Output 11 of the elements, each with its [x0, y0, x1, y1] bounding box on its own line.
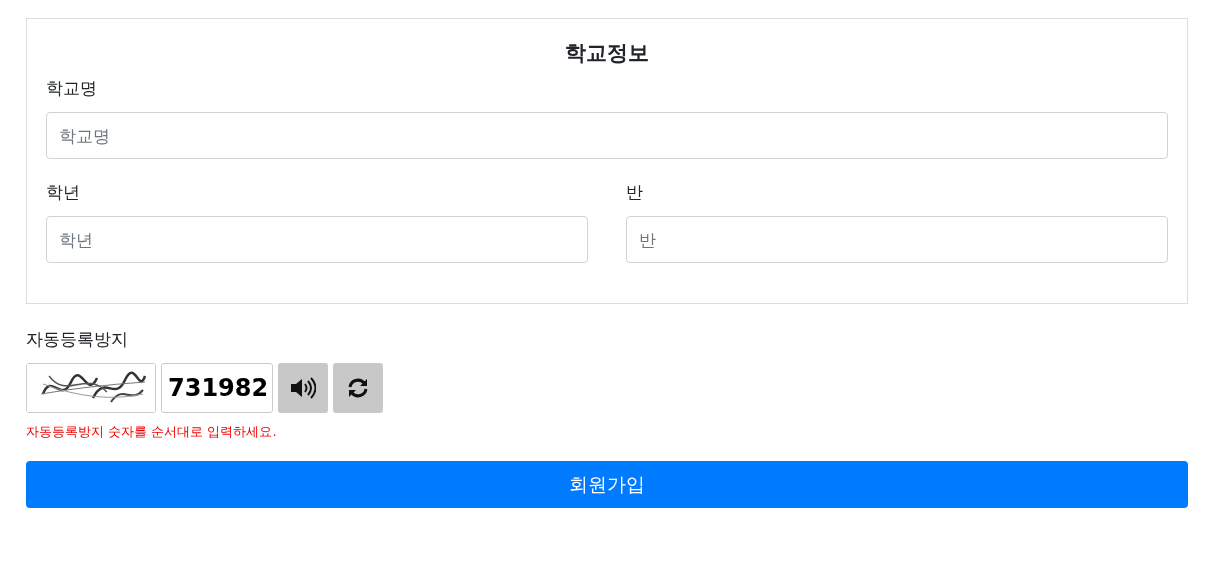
- signup-button[interactable]: 회원가입: [26, 461, 1188, 508]
- input-field[interactable]: 학교명: [46, 112, 1168, 159]
- field-label: 학년: [46, 181, 81, 204]
- input-field[interactable]: 학년: [46, 216, 588, 263]
- field-label: 학교명: [46, 77, 98, 100]
- captcha-hint: 자동등록방지 숫자를 순서대로 입력하세요.: [26, 423, 278, 441]
- input-field[interactable]: 반: [626, 216, 1168, 263]
- section-title: 학교정보: [564, 40, 650, 67]
- field-label: 반: [626, 181, 644, 204]
- captcha-label: 자동등록방지: [26, 328, 129, 351]
- captcha-input[interactable]: 731982: [161, 363, 273, 413]
